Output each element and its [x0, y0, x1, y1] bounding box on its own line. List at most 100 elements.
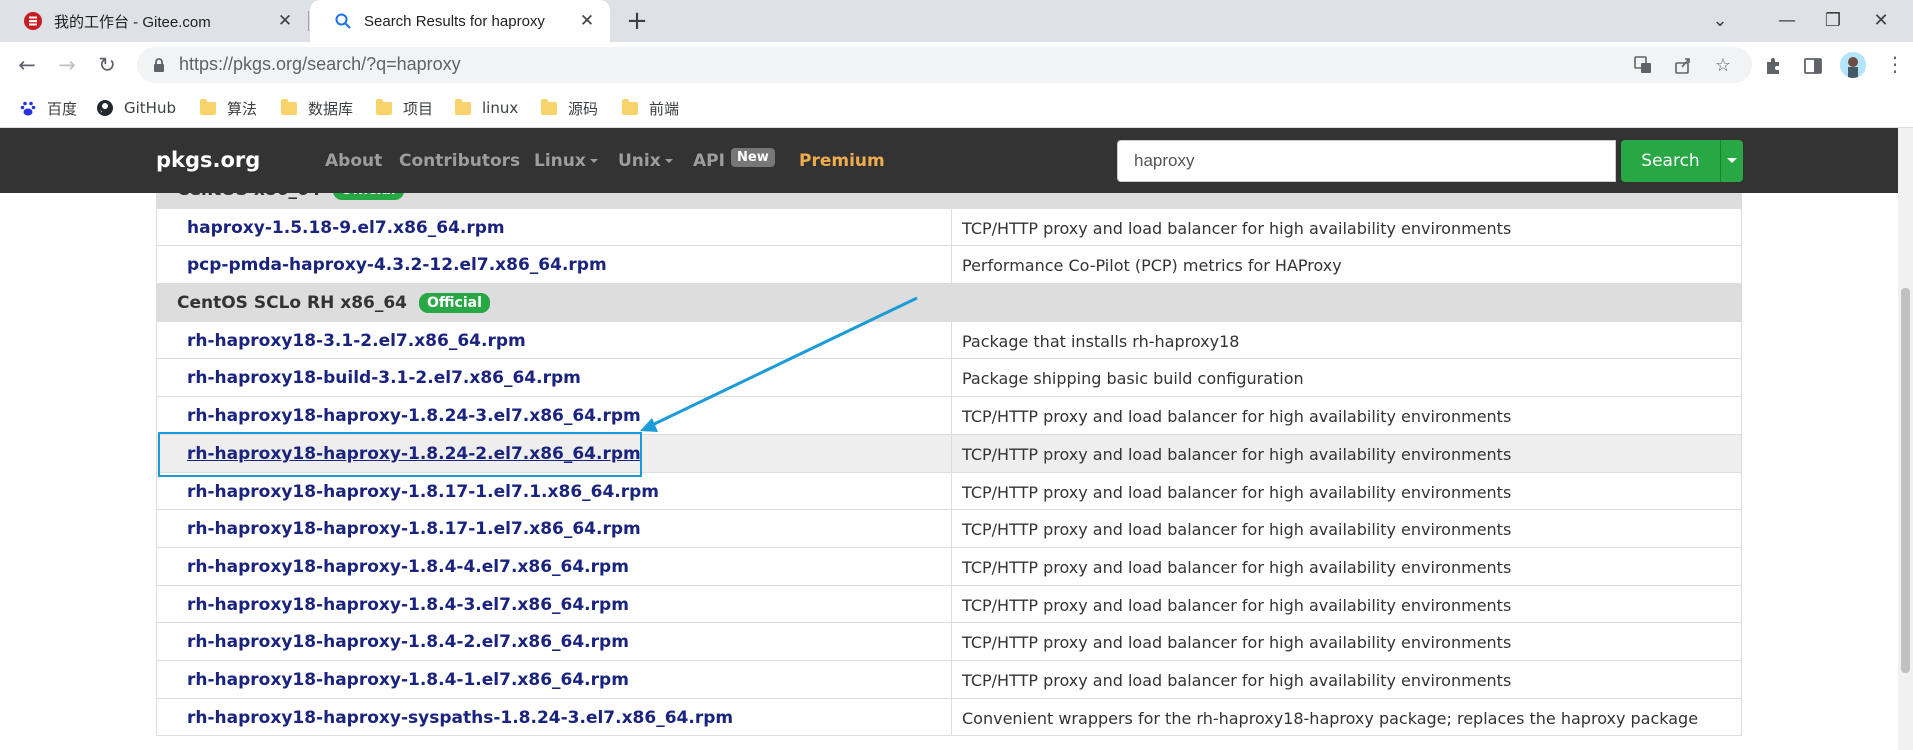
bookmark-folder-linux[interactable]: linux — [455, 97, 518, 119]
package-link[interactable]: rh-haproxy18-haproxy-syspaths-1.8.24-3.e… — [187, 708, 733, 728]
description-cell: TCP/HTTP proxy and load balancer for hig… — [951, 585, 1743, 623]
package-description: TCP/HTTP proxy and load balancer for hig… — [962, 670, 1512, 690]
package-cell: rh-haproxy18-haproxy-syspaths-1.8.24-3.e… — [157, 699, 951, 736]
minimize-icon[interactable]: — — [1772, 6, 1802, 36]
tab-title: 我的工作台 - Gitee.com — [54, 13, 211, 31]
close-icon[interactable]: ✕ — [276, 12, 294, 30]
scrollbar-thumb[interactable] — [1901, 288, 1910, 673]
bookmark-baidu[interactable]: 百度 — [20, 97, 77, 119]
description-cell: TCP/HTTP proxy and load balancer for hig… — [951, 208, 1743, 246]
bookmark-folder-source[interactable]: 源码 — [541, 97, 598, 119]
table-row: rh-haproxy18-haproxy-1.8.17-1.el7.x86_64… — [157, 510, 1741, 548]
reload-icon[interactable]: ↻ — [92, 50, 122, 80]
package-description: Performance Co-Pilot (PCP) metrics for H… — [962, 256, 1342, 276]
restore-icon[interactable]: ❐ — [1818, 6, 1848, 36]
description-cell: TCP/HTTP proxy and load balancer for hig… — [951, 510, 1743, 547]
package-link[interactable]: pcp-pmda-haproxy-4.3.2-12.el7.x86_64.rpm — [187, 255, 607, 275]
nav-unix-dropdown[interactable]: Unix — [618, 151, 673, 171]
tab-title: Search Results for haproxy — [364, 12, 545, 30]
folder-icon — [541, 98, 557, 115]
address-bar[interactable]: https://pkgs.org/search/?q=haproxy ☆ — [137, 47, 1752, 83]
table-row: rh-haproxy18-3.1-2.el7.x86_64.rpm Package… — [157, 321, 1743, 360]
package-cell: rh-haproxy18-haproxy-1.8.17-1.el7.x86_64… — [157, 510, 951, 547]
back-icon[interactable]: ← — [12, 50, 42, 80]
package-link[interactable]: rh-haproxy18-haproxy-1.8.4-2.el7.x86_64.… — [187, 632, 629, 652]
package-link[interactable]: haproxy-1.5.18-9.el7.x86_64.rpm — [187, 218, 505, 238]
package-link[interactable]: rh-haproxy18-haproxy-1.8.4-4.el7.x86_64.… — [187, 557, 629, 577]
star-icon[interactable]: ☆ — [1712, 55, 1734, 77]
description-cell: TCP/HTTP proxy and load balancer for hig… — [951, 397, 1743, 434]
nav-api[interactable]: API — [693, 151, 725, 171]
package-link[interactable]: rh-haproxy18-haproxy-1.8.24-3.el7.x86_64… — [187, 406, 641, 426]
bookmark-label: 算法 — [227, 99, 258, 118]
bookmark-label: linux — [482, 99, 519, 117]
package-cell: rh-haproxy18-build-3.1-2.el7.x86_64.rpm — [157, 359, 951, 396]
package-cell: pcp-pmda-haproxy-4.3.2-12.el7.x86_64.rpm — [157, 246, 951, 283]
menu-icon[interactable]: ⋮ — [1885, 54, 1905, 74]
folder-icon — [200, 98, 216, 115]
package-link[interactable]: rh-haproxy18-haproxy-1.8.4-1.el7.x86_64.… — [187, 670, 629, 690]
package-description: Convenient wrappers for the rh-haproxy18… — [962, 708, 1699, 728]
package-cell: rh-haproxy18-haproxy-1.8.17-1.el7.1.x86_… — [157, 473, 951, 510]
package-link[interactable]: rh-haproxy18-3.1-2.el7.x86_64.rpm — [187, 331, 526, 351]
lock-icon[interactable] — [151, 57, 167, 73]
description-cell: Package that installs rh-haproxy18 — [951, 321, 1743, 359]
share-icon[interactable] — [1672, 55, 1694, 77]
search-input[interactable]: haproxy — [1117, 140, 1616, 182]
extensions-icon[interactable] — [1762, 56, 1784, 78]
bookmark-folder-algorithms[interactable]: 算法 — [200, 97, 257, 119]
close-window-icon[interactable]: ✕ — [1866, 6, 1896, 36]
description-cell: TCP/HTTP proxy and load balancer for hig… — [951, 623, 1743, 660]
tab-divider — [308, 11, 309, 31]
translate-icon[interactable] — [1632, 55, 1654, 77]
search-options-dropdown[interactable] — [1720, 140, 1743, 182]
table-row: rh-haproxy18-haproxy-1.8.17-1.el7.1.x86_… — [157, 472, 1741, 511]
bookmark-label: 源码 — [568, 99, 599, 118]
bookmark-github[interactable]: GitHub — [97, 97, 176, 119]
nav-contributors[interactable]: Contributors — [399, 151, 520, 171]
description-cell: Convenient wrappers for the rh-haproxy18… — [951, 698, 1743, 736]
package-description: TCP/HTTP proxy and load balancer for hig… — [962, 444, 1512, 464]
site-brand[interactable]: pkgs.org — [156, 148, 260, 172]
package-cell: rh-haproxy18-haproxy-1.8.4-3.el7.x86_64.… — [157, 586, 951, 623]
table-row: rh-haproxy18-haproxy-1.8.24-3.el7.x86_64… — [157, 397, 1741, 435]
bookmark-label: 数据库 — [308, 99, 354, 118]
new-tab-icon[interactable]: + — [624, 8, 650, 34]
new-badge: New — [731, 148, 775, 167]
description-cell: TCP/HTTP proxy and load balancer for hig… — [951, 547, 1743, 585]
table-row: rh-haproxy18-haproxy-1.8.4-1.el7.x86_64.… — [157, 660, 1741, 699]
bookmark-folder-frontend[interactable]: 前端 — [622, 97, 679, 119]
browser-tab-bar: 我的工作台 - Gitee.com ✕ Search Results for h… — [0, 0, 1913, 42]
package-link[interactable]: rh-haproxy18-haproxy-1.8.4-3.el7.x86_64.… — [187, 595, 629, 615]
profile-avatar[interactable] — [1840, 52, 1866, 78]
package-cell: rh-haproxy18-haproxy-1.8.4-1.el7.x86_64.… — [157, 661, 951, 698]
page-scrollbar[interactable] — [1898, 128, 1913, 750]
tab-gitee[interactable]: 我的工作台 - Gitee.com ✕ — [0, 0, 308, 42]
search-icon — [334, 12, 352, 30]
package-cell: rh-haproxy18-3.1-2.el7.x86_64.rpm — [157, 322, 951, 359]
package-link[interactable]: rh-haproxy18-haproxy-1.8.17-1.el7.1.x86_… — [187, 482, 659, 502]
browser-toolbar: ← → ↻ https://pkgs.org/search/?q=haproxy… — [0, 42, 1913, 88]
url-text[interactable]: https://pkgs.org/search/?q=haproxy — [179, 54, 461, 75]
package-description: TCP/HTTP proxy and load balancer for hig… — [962, 407, 1512, 427]
nav-premium[interactable]: Premium — [799, 151, 885, 171]
tab-search-dropdown-icon[interactable]: ⌄ — [1705, 6, 1735, 36]
nav-about[interactable]: About — [325, 151, 382, 171]
close-icon[interactable]: ✕ — [578, 12, 596, 30]
tab-search-results[interactable]: Search Results for haproxy ✕ — [310, 0, 610, 42]
nav-linux-dropdown[interactable]: Linux — [534, 151, 598, 171]
nav-linux-label: Linux — [534, 151, 586, 171]
annotation-highlight-box — [158, 432, 642, 477]
repo-name[interactable]: CentOS SCLo RH x86_64 Official — [177, 293, 490, 314]
package-link[interactable]: rh-haproxy18-haproxy-1.8.17-1.el7.x86_64… — [187, 519, 641, 539]
package-cell: rh-haproxy18-haproxy-1.8.24-3.el7.x86_64… — [157, 397, 951, 434]
bookmark-folder-projects[interactable]: 项目 — [376, 97, 433, 119]
forward-icon[interactable]: → — [52, 50, 82, 80]
bookmark-folder-database[interactable]: 数据库 — [281, 97, 353, 119]
bookmark-label: 前端 — [649, 99, 680, 118]
package-description: TCP/HTTP proxy and load balancer for hig… — [962, 218, 1512, 238]
search-button[interactable]: Search — [1621, 140, 1720, 182]
package-link[interactable]: rh-haproxy18-build-3.1-2.el7.x86_64.rpm — [187, 368, 581, 388]
side-panel-icon[interactable] — [1802, 56, 1824, 78]
package-description: TCP/HTTP proxy and load balancer for hig… — [962, 633, 1512, 653]
